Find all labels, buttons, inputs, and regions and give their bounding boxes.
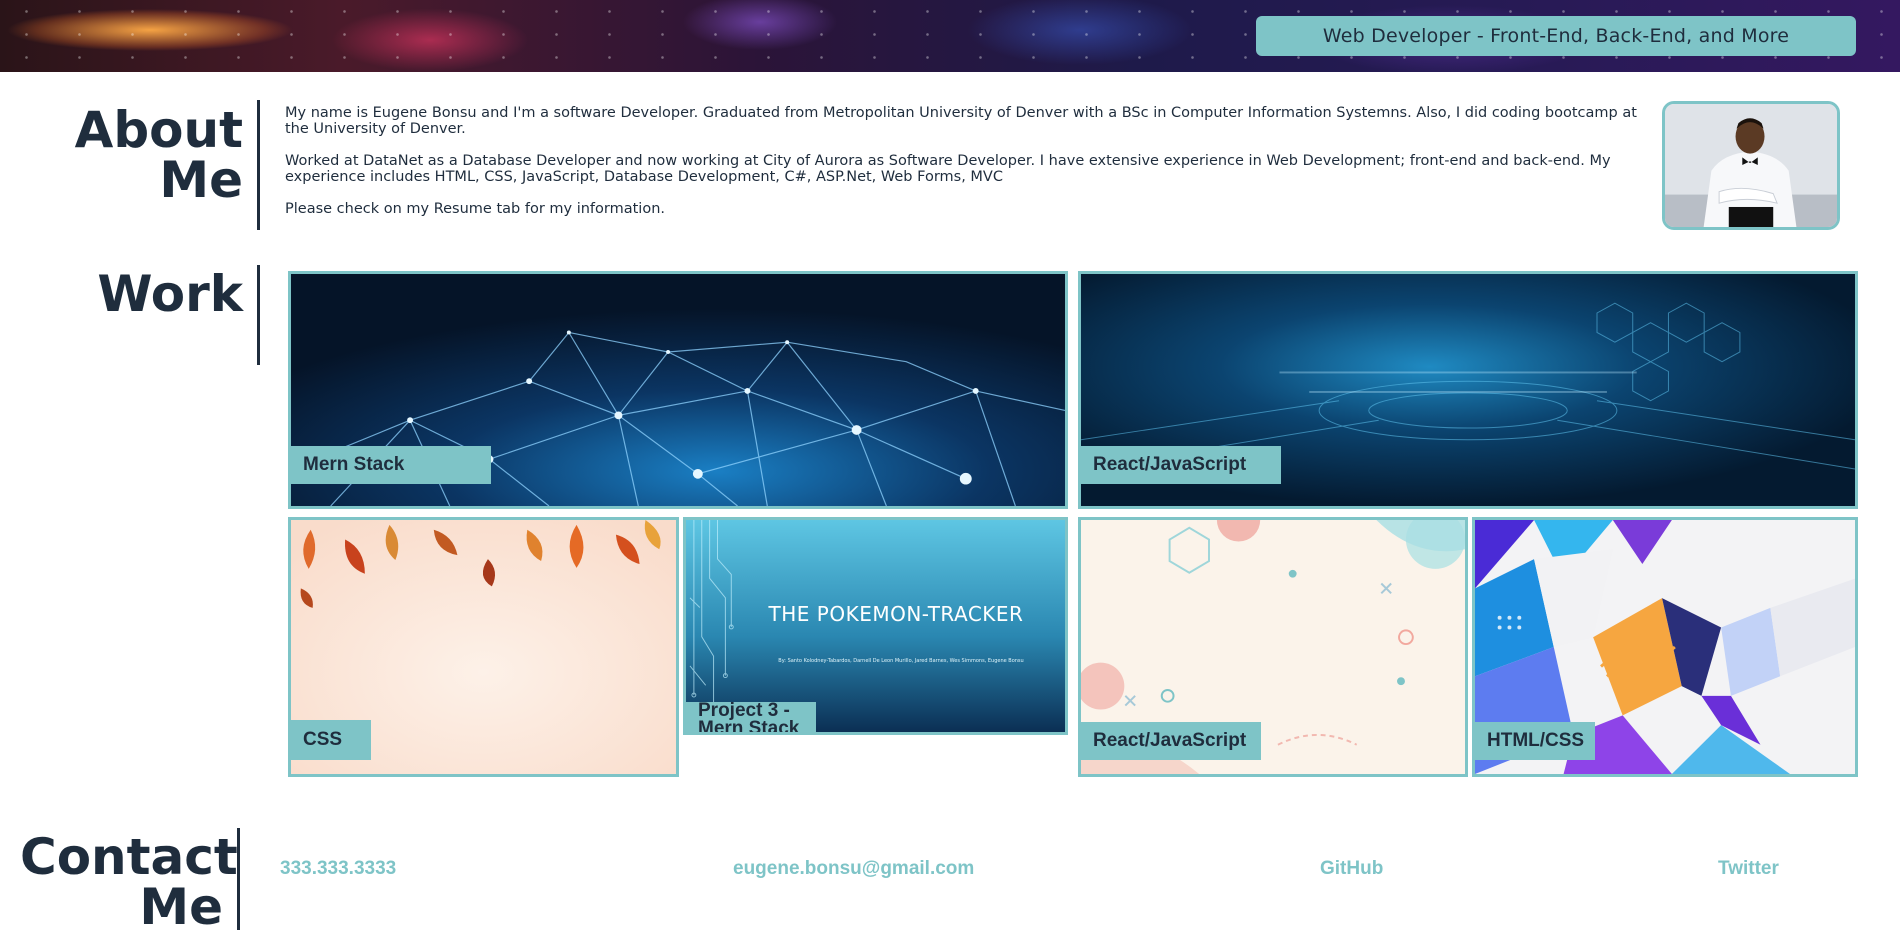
about-text: My name is Eugene Bonsu and I'm a softwa…	[285, 105, 1645, 233]
contact-heading-line2: Me	[139, 878, 223, 936]
work-heading-text: Work	[97, 265, 243, 323]
contact-heading: Contact Me	[20, 828, 240, 936]
card-label: Project 3 - Mern Stack	[686, 701, 816, 732]
profile-photo	[1662, 101, 1840, 230]
work-heading: Work	[60, 265, 260, 365]
work-card-html-css[interactable]: HTML/CSS	[1472, 517, 1858, 777]
email-link[interactable]: eugene.bonsu@gmail.com	[733, 858, 974, 880]
about-heading-line2: Me	[159, 151, 243, 209]
about-heading: About Me	[60, 100, 260, 230]
slide-title: THE POKEMON-TRACKER	[768, 602, 1024, 626]
hero-banner: Web Developer - Front-End, Back-End, and…	[0, 0, 1900, 72]
phone-link[interactable]: 333.333.3333	[280, 858, 396, 880]
card-label: Mern Stack	[291, 446, 491, 484]
contact-heading-line1: Contact	[20, 828, 238, 886]
about-paragraph-1: My name is Eugene Bonsu and I'm a softwa…	[285, 105, 1637, 137]
card-label: CSS	[291, 720, 371, 760]
about-paragraph-2: Worked at DataNet as a Database Develope…	[285, 153, 1611, 185]
work-card-mern-stack[interactable]: Mern Stack	[288, 271, 1068, 509]
twitter-link[interactable]: Twitter	[1718, 858, 1779, 880]
github-link[interactable]: GitHub	[1320, 858, 1383, 880]
card-label: React/JavaScript	[1081, 722, 1261, 760]
about-heading-line1: About	[74, 101, 243, 159]
hero-title: Web Developer - Front-End, Back-End, and…	[1256, 16, 1856, 56]
work-card-react-javascript-2[interactable]: React/JavaScript	[1078, 517, 1468, 777]
work-card-css[interactable]: CSS	[288, 517, 679, 777]
about-paragraph-3: Please check on my Resume tab for my inf…	[285, 201, 665, 217]
work-card-react-javascript[interactable]: React/JavaScript	[1078, 271, 1858, 509]
card-label: React/JavaScript	[1081, 446, 1281, 484]
work-card-project-3-mern-stack[interactable]: THE POKEMON-TRACKER By: Santo Kolodney-T…	[683, 517, 1068, 735]
card-label: HTML/CSS	[1475, 722, 1595, 760]
slide-subtitle: By: Santo Kolodney-Tabardos, Darnell De …	[778, 658, 1024, 664]
